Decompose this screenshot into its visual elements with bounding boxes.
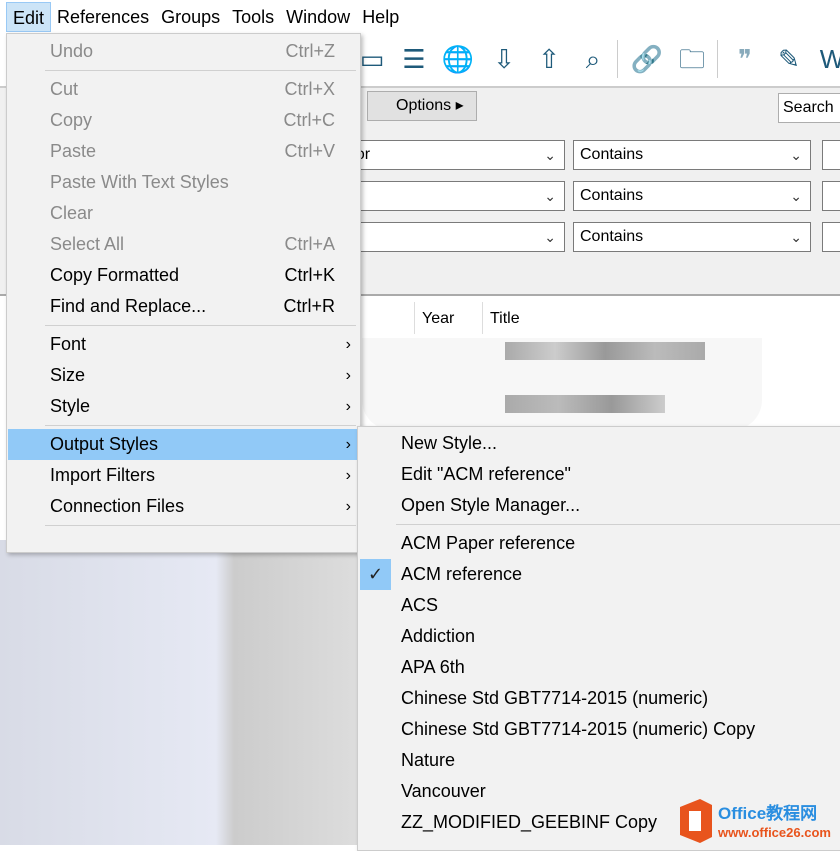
search-value-input[interactable] bbox=[822, 181, 840, 211]
menu-separator bbox=[45, 525, 356, 526]
chevron-down-icon: ⌄ bbox=[544, 188, 556, 204]
import-icon[interactable]: ⇩ bbox=[487, 42, 521, 76]
style-item[interactable]: Addiction bbox=[359, 621, 840, 652]
search-operator-dropdown[interactable]: Contains ⌄ bbox=[573, 181, 811, 211]
chevron-right-icon: › bbox=[345, 336, 351, 353]
blurred-region bbox=[0, 540, 360, 845]
insert-citation-icon[interactable]: ❞ bbox=[728, 42, 762, 76]
chevron-down-icon: ⌄ bbox=[790, 188, 802, 204]
chevron-down-icon: ⌄ bbox=[544, 229, 556, 245]
blurred-region bbox=[505, 342, 705, 360]
online-search-icon[interactable]: 🌐 bbox=[441, 42, 475, 76]
menu-help[interactable]: Help bbox=[356, 2, 405, 32]
link-icon[interactable]: 🔗 bbox=[630, 42, 664, 76]
menu-references[interactable]: References bbox=[51, 2, 155, 32]
column-title[interactable]: Title bbox=[490, 310, 520, 328]
submenu-action[interactable]: Open Style Manager... bbox=[359, 490, 840, 521]
style-item[interactable]: ACS bbox=[359, 590, 840, 621]
menu-item-copy-formatted[interactable]: Copy Formatted Ctrl+K bbox=[8, 260, 359, 291]
svg-text:Office教程网: Office教程网 bbox=[718, 803, 817, 823]
search-operator-dropdown[interactable]: Contains ⌄ bbox=[573, 222, 811, 252]
chevron-down-icon: ⌄ bbox=[790, 229, 802, 245]
menu-item-paste[interactable]: Paste Ctrl+V bbox=[8, 136, 359, 167]
style-item[interactable]: APA 6th bbox=[359, 652, 840, 683]
svg-text:www.office26.com: www.office26.com bbox=[717, 825, 831, 840]
menu-item-output-styles[interactable]: Output Styles › bbox=[8, 429, 359, 460]
menu-item-paste-with-text-styles[interactable]: Paste With Text Styles bbox=[8, 167, 359, 198]
search-field-dropdown[interactable]: ⌄ bbox=[340, 181, 565, 211]
menu-item-clear[interactable]: Clear bbox=[8, 198, 359, 229]
blurred-region bbox=[505, 395, 665, 413]
chevron-down-icon: ⌄ bbox=[790, 147, 802, 163]
search-field-dropdown[interactable]: ⌄ bbox=[340, 222, 565, 252]
search-button[interactable]: Search bbox=[778, 93, 840, 123]
style-item[interactable]: Nature bbox=[359, 745, 840, 776]
menu-item-import-filters[interactable]: Import Filters › bbox=[8, 460, 359, 491]
menu-edit[interactable]: Edit bbox=[6, 2, 52, 32]
style-item[interactable]: Chinese Std GBT7714-2015 (numeric) bbox=[359, 683, 840, 714]
search-value-input[interactable] bbox=[822, 140, 840, 170]
menu-item-find-and-replace[interactable]: Find and Replace... Ctrl+R bbox=[8, 291, 359, 322]
search-operator-dropdown[interactable]: Contains ⌄ bbox=[573, 140, 811, 170]
find-pdf-icon[interactable]: ⌕ bbox=[576, 42, 610, 76]
search-value-input[interactable] bbox=[822, 222, 840, 252]
style-item[interactable]: Chinese Std GBT7714-2015 (numeric) Copy bbox=[359, 714, 840, 745]
chevron-right-icon: › bbox=[345, 467, 351, 484]
table-header: Year Title bbox=[362, 300, 840, 336]
word-icon[interactable]: W bbox=[815, 42, 840, 76]
style-item[interactable]: ACM Paper reference bbox=[359, 528, 840, 559]
search-field-dropdown[interactable]: hor⌄ bbox=[340, 140, 565, 170]
office26-watermark-logo: Office教程网 www.office26.com bbox=[680, 799, 831, 843]
chevron-right-icon: › bbox=[345, 436, 351, 453]
menu-item-undo[interactable]: Undo Ctrl+Z bbox=[8, 36, 359, 67]
chevron-right-icon: › bbox=[345, 398, 351, 415]
menu-item-size[interactable]: Size › bbox=[8, 360, 359, 391]
menu-item-select-all[interactable]: Select All Ctrl+A bbox=[8, 229, 359, 260]
edit-menu: Undo Ctrl+Z Cut Ctrl+X Copy Ctrl+C Paste Ctrl+V… bbox=[6, 33, 361, 553]
menu-item-font[interactable]: Font › bbox=[8, 329, 359, 360]
menubar: Edit References Groups Tools Window Help bbox=[0, 0, 840, 34]
menu-separator bbox=[45, 425, 356, 426]
menu-item-copy[interactable]: Copy Ctrl+C bbox=[8, 105, 359, 136]
menu-separator bbox=[396, 524, 840, 525]
menu-separator bbox=[45, 70, 356, 71]
submenu-action[interactable]: New Style... bbox=[359, 428, 840, 459]
chevron-right-icon: › bbox=[345, 367, 351, 384]
checkmark-icon: ✓ bbox=[360, 559, 391, 590]
menu-groups[interactable]: Groups bbox=[155, 2, 226, 32]
export-icon[interactable]: ⇧ bbox=[532, 42, 566, 76]
new-reference-icon[interactable]: ☰ bbox=[397, 42, 431, 76]
menu-window[interactable]: Window bbox=[280, 2, 356, 32]
format-bibliography-icon[interactable]: ✎ bbox=[772, 42, 806, 76]
menu-separator bbox=[45, 325, 356, 326]
chevron-down-icon: ⌄ bbox=[544, 147, 556, 163]
options-button[interactable]: Options ▸ bbox=[367, 91, 477, 121]
column-year[interactable]: Year bbox=[422, 310, 454, 328]
style-item[interactable]: ✓ ACM reference bbox=[359, 559, 840, 590]
menu-tools[interactable]: Tools bbox=[226, 2, 280, 32]
chevron-right-icon: › bbox=[345, 498, 351, 515]
submenu-action[interactable]: Edit "ACM reference" bbox=[359, 459, 840, 490]
menu-item-cut[interactable]: Cut Ctrl+X bbox=[8, 74, 359, 105]
menu-item-connection-files[interactable]: Connection Files › bbox=[8, 491, 359, 522]
menu-item-style[interactable]: Style › bbox=[8, 391, 359, 422]
folder-icon[interactable]: 🗀 bbox=[675, 42, 709, 76]
output-styles-submenu: New Style... Edit "ACM reference" Open Sty… bbox=[357, 426, 840, 851]
